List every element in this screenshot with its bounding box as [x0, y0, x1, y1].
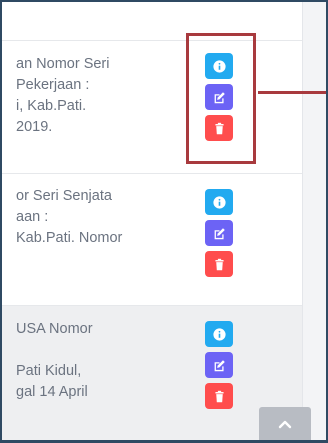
description-line: Kab.Pati. Nomor: [16, 230, 123, 246]
description-line: or Seri Senjata: [16, 188, 112, 204]
description-cell: USA Nomor Pati Kidul, gal 14 April: [16, 319, 176, 403]
description-line: Pekerjaan :: [16, 77, 90, 93]
app-frame: an Nomor Seri Pekerjaan : i, Kab.Pati. 2…: [0, 0, 328, 443]
description-line: gal 14 April: [16, 384, 88, 400]
right-side-panel: [302, 2, 326, 440]
description-line: [16, 340, 176, 361]
info-icon: [212, 195, 226, 209]
info-button[interactable]: [205, 321, 233, 347]
edit-icon: [214, 359, 225, 371]
row-actions: [205, 189, 233, 282]
description-line: [16, 249, 176, 270]
info-icon: [212, 327, 226, 341]
trash-icon: [214, 390, 224, 402]
scroll-to-top-button[interactable]: [259, 407, 311, 440]
annotation-pointer-line: [258, 91, 326, 94]
description-line: an Nomor Seri: [16, 56, 110, 72]
table-row: or Seri Senjata aan : Kab.Pati. Nomor: [2, 174, 302, 306]
edit-icon: [214, 227, 225, 239]
description-line: Pati Kidul,: [16, 363, 82, 379]
data-table: an Nomor Seri Pekerjaan : i, Kab.Pati. 2…: [2, 2, 302, 440]
description-line: 2019.: [16, 119, 53, 135]
edit-button[interactable]: [205, 220, 233, 246]
description-cell: an Nomor Seri Pekerjaan : i, Kab.Pati. 2…: [16, 54, 176, 138]
description-line: i, Kab.Pati.: [16, 98, 87, 114]
delete-button[interactable]: [205, 383, 233, 409]
description-cell: or Seri Senjata aan : Kab.Pati. Nomor: [16, 186, 176, 270]
chevron-up-icon: [278, 420, 292, 429]
row-actions: [205, 321, 233, 414]
edit-button[interactable]: [205, 352, 233, 378]
trash-icon: [214, 258, 224, 270]
table-row: USA Nomor Pati Kidul, gal 14 April: [2, 306, 302, 440]
info-button[interactable]: [205, 189, 233, 215]
delete-button[interactable]: [205, 251, 233, 277]
description-line: USA Nomor: [16, 321, 93, 337]
table-header: [2, 2, 302, 41]
table-row: an Nomor Seri Pekerjaan : i, Kab.Pati. 2…: [2, 41, 302, 174]
description-line: aan :: [16, 209, 49, 225]
annotation-highlight-box: [186, 33, 256, 164]
